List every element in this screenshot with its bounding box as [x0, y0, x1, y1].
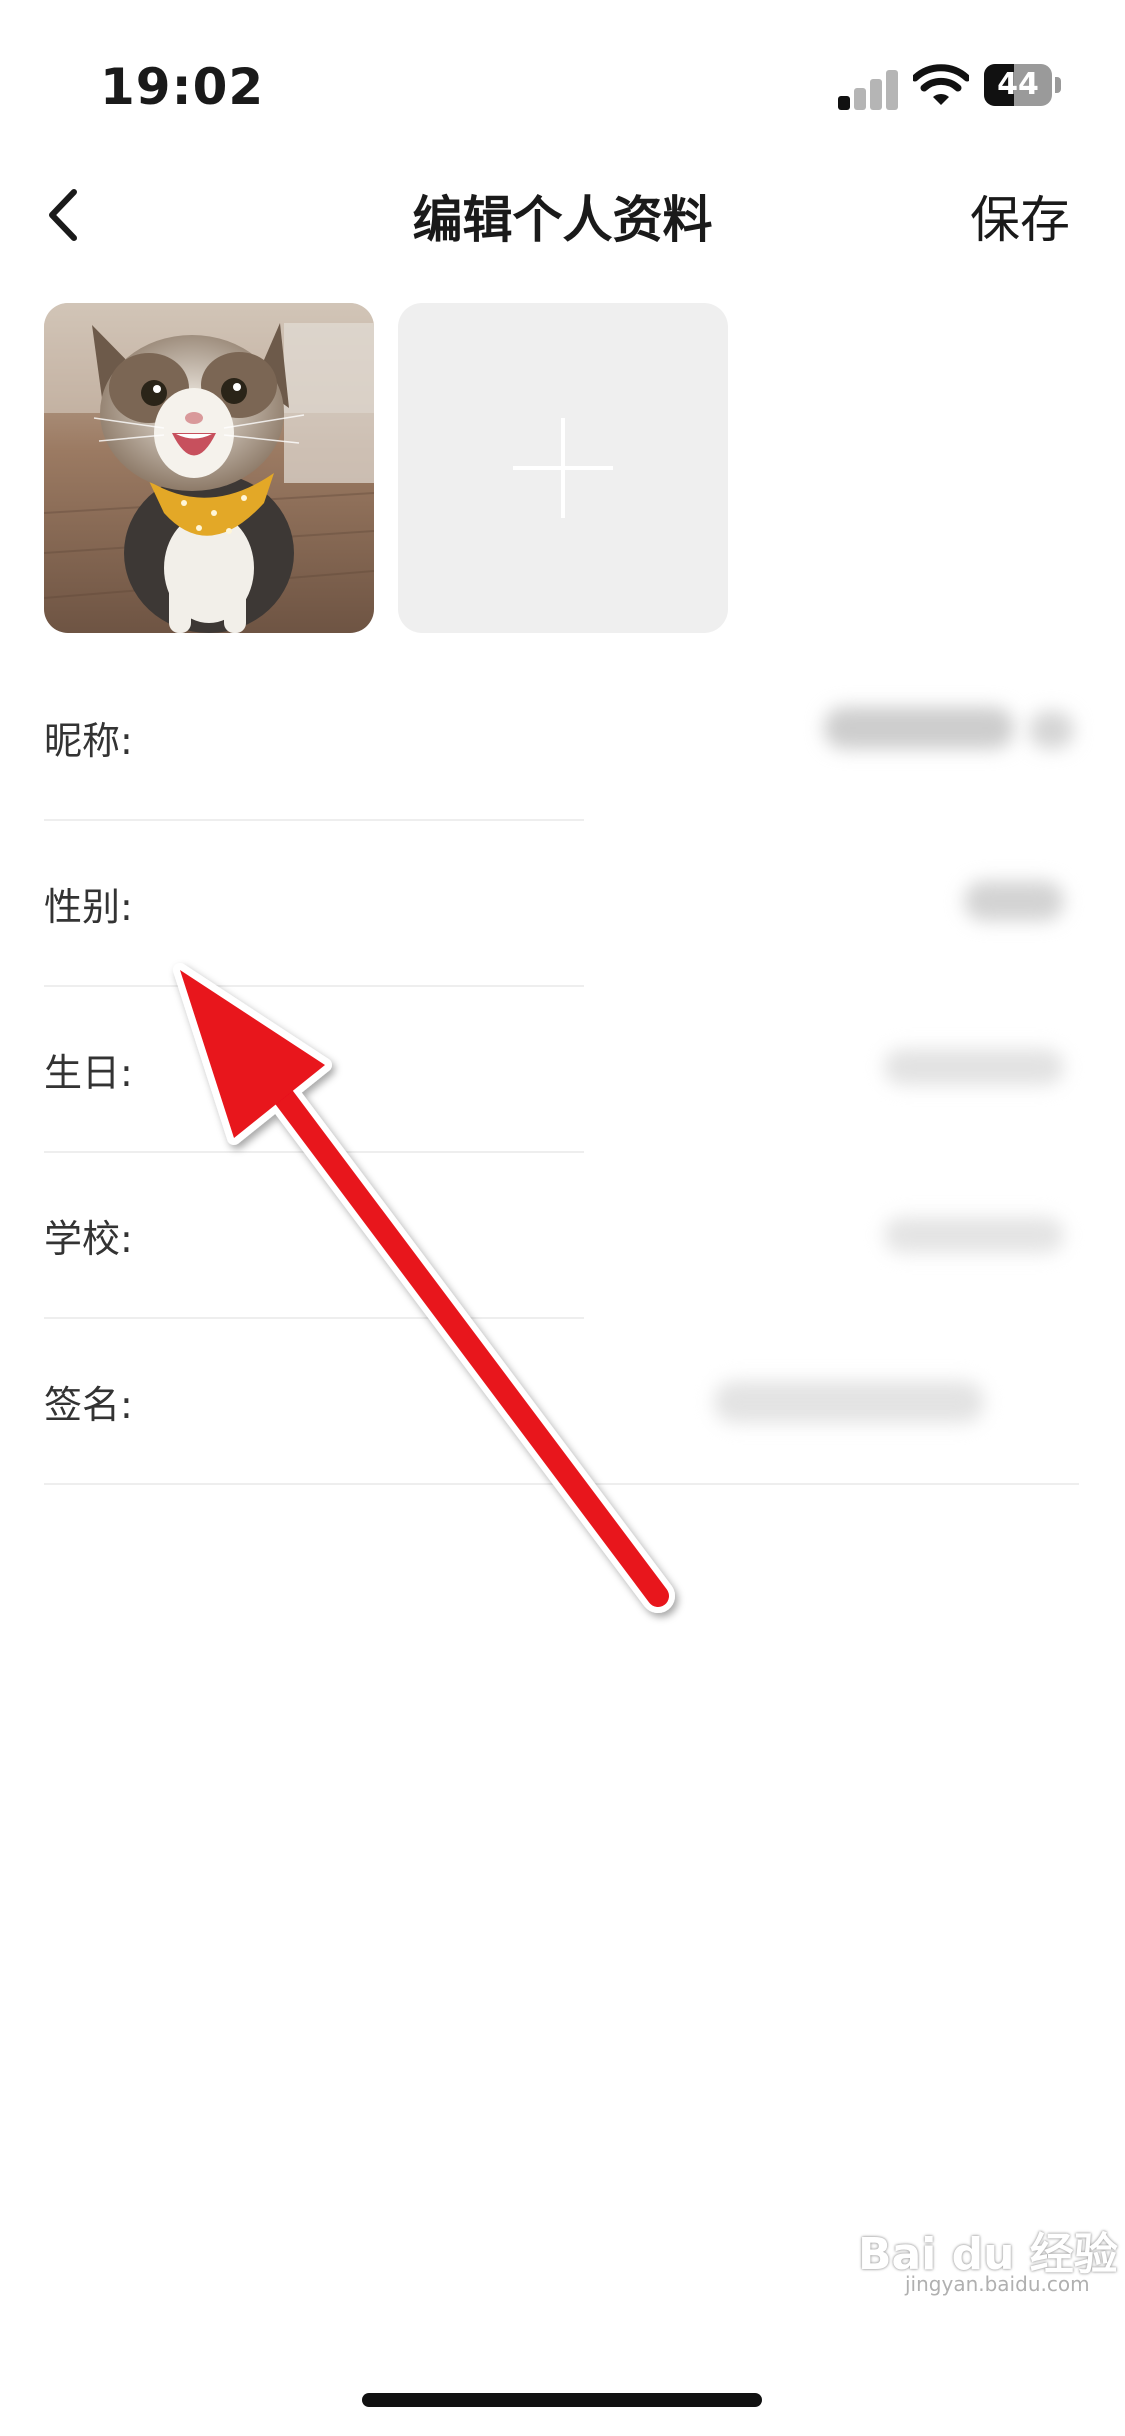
- save-button[interactable]: 保存: [970, 180, 1070, 252]
- field-row-gender[interactable]: 性别:: [44, 821, 1079, 987]
- field-label-gender: 性别:: [44, 885, 133, 929]
- plus-icon-vertical: [561, 418, 565, 518]
- field-label-signature: 签名:: [44, 1383, 133, 1427]
- row-divider: [44, 1483, 1079, 1485]
- home-indicator[interactable]: [362, 2393, 762, 2407]
- field-label-nickname: 昵称:: [44, 719, 133, 763]
- watermark-url: jingyan.baidu.com: [905, 2272, 1090, 2296]
- page-title: 编辑个人资料: [412, 191, 713, 249]
- field-row-signature[interactable]: 签名:: [44, 1319, 1079, 1485]
- birthday-value-blurred: [884, 1049, 1064, 1085]
- cellular-signal-icon: [838, 66, 898, 110]
- field-row-nickname[interactable]: 昵称:: [44, 655, 1079, 821]
- signature-value-blurred: [714, 1381, 984, 1423]
- field-label-birthday: 生日:: [44, 1051, 133, 1095]
- school-value-blurred: [884, 1217, 1064, 1253]
- field-row-school[interactable]: 学校:: [44, 1153, 1079, 1319]
- status-time: 19:02: [100, 58, 265, 116]
- battery-level: 44: [997, 67, 1039, 102]
- field-row-birthday[interactable]: 生日:: [44, 987, 1079, 1153]
- add-photo-button[interactable]: [398, 303, 728, 633]
- profile-photo-cat[interactable]: [44, 303, 374, 633]
- gender-value-blurred: [964, 881, 1064, 921]
- field-label-school: 学校:: [44, 1217, 133, 1261]
- wifi-icon: [913, 64, 969, 105]
- nickname-value-blurred: [824, 707, 1014, 749]
- battery-icon: 44: [984, 64, 1062, 106]
- edit-icon-blurred: [1029, 711, 1074, 749]
